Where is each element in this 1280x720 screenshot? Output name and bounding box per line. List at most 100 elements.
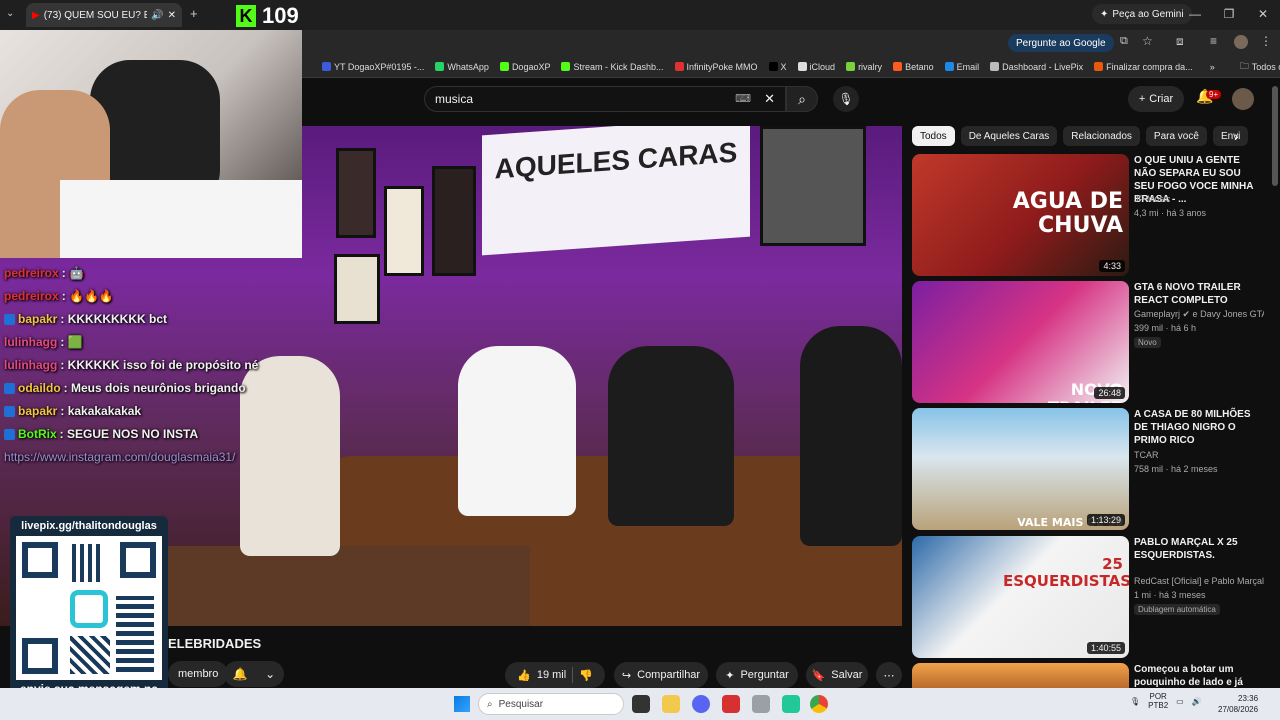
bookmark-item[interactable]: X <box>768 62 787 72</box>
video-thumbnail[interactable]: NOVO TRAILER26:48 <box>912 281 1129 403</box>
like-count[interactable]: 19 mil <box>537 669 566 681</box>
filter-chip[interactable]: Para você <box>1145 126 1207 146</box>
windows-start-icon[interactable] <box>454 696 470 712</box>
language-indicator[interactable]: POR PTB2 <box>1148 692 1168 710</box>
voice-search-button[interactable]: 🎙 <box>833 86 859 112</box>
join-membership-button[interactable]: membro <box>168 661 229 687</box>
menu-kebab-icon[interactable]: ⋮ <box>1260 34 1272 48</box>
recommended-video-title[interactable]: PABLO MARÇAL X 25 ESQUERDISTAS. <box>1134 536 1264 562</box>
video-thumbnail[interactable]: AGUA DE CHUVA 4:33 <box>912 154 1129 276</box>
plus-icon: + <box>1138 93 1146 105</box>
page-scrollbar[interactable] <box>1272 86 1278 186</box>
taskbar-search[interactable]: ⌕ Pesquisar <box>478 693 624 715</box>
chat-message: bapakr: KKKKKKKKK bct <box>4 308 304 331</box>
chat-username[interactable]: pedreirox <box>4 262 59 285</box>
chat-username[interactable]: BotRix <box>18 423 57 446</box>
clear-search-icon[interactable]: ✕ <box>764 91 775 107</box>
like-icon[interactable]: 👍 <box>517 669 531 682</box>
search-input[interactable]: musica ⌨ ✕ <box>424 86 786 112</box>
window-close-icon[interactable]: ✕ <box>1246 0 1280 30</box>
account-avatar[interactable] <box>1232 88 1254 110</box>
task-view-icon[interactable] <box>632 695 650 713</box>
bookmark-item[interactable]: Dashboard - LivePix <box>990 62 1083 72</box>
channel-name[interactable]: RedCast [Oficial] e Pablo Marçal ✔ <box>1134 576 1264 587</box>
bookmarks-overflow-icon[interactable]: » <box>1210 62 1215 72</box>
bookmark-item[interactable]: InfinityPoke MMO <box>674 62 758 72</box>
bookmark-star-icon[interactable]: ☆ <box>1142 34 1153 48</box>
channel-name[interactable]: TCAR <box>1134 450 1264 460</box>
audio-icon[interactable]: 🔊 <box>151 10 163 21</box>
dislike-icon[interactable]: 👎 <box>579 669 593 682</box>
chat-username[interactable]: bapakr <box>18 308 57 331</box>
save-button[interactable]: 🔖 Salvar <box>806 662 868 688</box>
bookmark-item[interactable]: DogaoXP <box>499 62 550 72</box>
bookmark-item[interactable]: rivalry <box>846 62 882 72</box>
video-thumbnail[interactable] <box>912 663 1129 688</box>
subscription-bell-button[interactable]: 🔔 ⌄ <box>224 661 284 687</box>
bookmark-item[interactable]: Stream - Kick Dashb... <box>561 62 664 72</box>
recommended-video-title[interactable]: GTA 6 NOVO TRAILER REACT COMPLETO <box>1134 281 1264 307</box>
video-thumbnail[interactable]: 25 ESQUERDISTAS 1:40:55 <box>912 536 1129 658</box>
new-tab-icon[interactable]: + <box>190 6 198 21</box>
mic-icon[interactable]: 🎙 <box>1130 697 1140 706</box>
bookmark-item[interactable]: Betano <box>893 62 934 72</box>
video-meta: 399 mil · há 6 h <box>1134 323 1197 333</box>
filter-chip[interactable]: Relacionados <box>1063 126 1140 146</box>
app-icon[interactable] <box>722 695 740 713</box>
chrome-icon[interactable] <box>810 695 828 713</box>
chat-username[interactable]: pedreirox <box>4 285 59 308</box>
tab-close-icon[interactable]: ✕ <box>168 10 176 21</box>
browser-tab-active[interactable]: ▶ (73) QUEM SOU EU? EDIÇÃ 🔊 ✕ <box>26 3 182 27</box>
chat-link[interactable]: https://www.instagram.com/douglasmaia31/ <box>4 446 304 469</box>
bookmark-item[interactable]: iCloud <box>797 62 835 72</box>
recommended-video[interactable]: NOVO TRAILER26:48GTA 6 NOVO TRAILER REAC… <box>912 281 1272 403</box>
chat-username[interactable]: lulinhagg <box>4 354 57 377</box>
bookmark-item[interactable]: Email <box>944 61 980 72</box>
network-icon[interactable]: ▭ <box>1176 697 1184 706</box>
chat-username[interactable]: bapakr <box>18 400 57 423</box>
volume-icon[interactable]: 🔊 <box>1192 697 1202 706</box>
profile-avatar[interactable] <box>1234 35 1248 49</box>
recommended-video[interactable]: 25 ESQUERDISTAS 1:40:55 PABLO MARÇAL X 25 … <box>912 536 1272 658</box>
discord-icon[interactable] <box>692 695 710 713</box>
filter-chip[interactable]: De Aqueles Caras <box>960 126 1058 146</box>
share-button[interactable]: ↪ Compartilhar <box>614 662 708 688</box>
more-actions-button[interactable]: ⋯ <box>876 662 902 688</box>
bookmark-item[interactable]: YT DogaoXP#0195 -... <box>322 62 424 72</box>
chat-username[interactable]: odaildo <box>18 377 61 400</box>
bookmark-item[interactable]: WhatsApp <box>435 62 489 72</box>
keyboard-icon[interactable]: ⌨ <box>735 92 751 105</box>
channel-name[interactable]: Gameplayrj ✔ e Davy Jones GTA... <box>1134 309 1264 320</box>
file-explorer-icon[interactable] <box>662 695 680 713</box>
minimize-icon[interactable]: — <box>1178 0 1212 30</box>
cast-icon[interactable]: ⧉ <box>1120 35 1128 48</box>
bookmark-item[interactable]: Finalizar compra da... <box>1094 62 1193 72</box>
pergunte-ao-google-button[interactable]: Pergunte ao Google <box>1008 34 1114 52</box>
bookmark-label: Email <box>956 61 980 72</box>
maximize-icon[interactable]: ❐ <box>1212 0 1246 30</box>
search-button[interactable]: ⌕ <box>786 86 818 112</box>
create-button[interactable]: + Criar <box>1128 86 1184 112</box>
recommended-video[interactable]: Começou a botar um pouquinho de lado e j… <box>912 663 1272 701</box>
extensions-icon[interactable]: ⧈ <box>1176 34 1184 49</box>
all-favorites-button[interactable]: 🗀Todos os favoritos <box>1240 59 1280 75</box>
chat-username[interactable]: lulinhagg <box>4 331 57 354</box>
app-icon[interactable] <box>782 695 800 713</box>
tab-list-icon[interactable]: ⌄ <box>6 8 14 19</box>
chat-text: : KKKKKK isso foi de propósito né <box>60 358 259 372</box>
recommended-video[interactable]: VALE MAIS DE 50 MILHOES?1:13:29A CASA DE… <box>912 408 1272 530</box>
chevron-right-icon[interactable]: › <box>1234 128 1239 144</box>
gemini-button[interactable]: ✦ Peça ao Gemini <box>1092 4 1192 24</box>
ask-button[interactable]: ✦ Perguntar <box>716 662 798 688</box>
taskbar-clock[interactable]: 23:36 27/08/2026 <box>1218 693 1258 715</box>
recommended-video-title[interactable]: A CASA DE 80 MILHÕES DE THIAGO NIGRO O P… <box>1134 408 1264 447</box>
video-thumbnail[interactable]: VALE MAIS DE 50 MILHOES?1:13:29 <box>912 408 1129 530</box>
channel-name[interactable]: JP Music <box>1134 194 1264 204</box>
recommended-video[interactable]: AGUA DE CHUVA 4:33 O QUE UNIU A GENTE NÃO … <box>912 154 1272 276</box>
filter-chip[interactable]: Todos <box>912 126 955 146</box>
filter-chip[interactable]: Envi <box>1212 126 1249 146</box>
thumbnail-text: 25 ESQUERDISTAS <box>1003 555 1129 590</box>
reading-list-icon[interactable]: ≡ <box>1210 34 1217 48</box>
bookmark-label: WhatsApp <box>447 61 489 72</box>
snipping-tool-icon[interactable] <box>752 695 770 713</box>
